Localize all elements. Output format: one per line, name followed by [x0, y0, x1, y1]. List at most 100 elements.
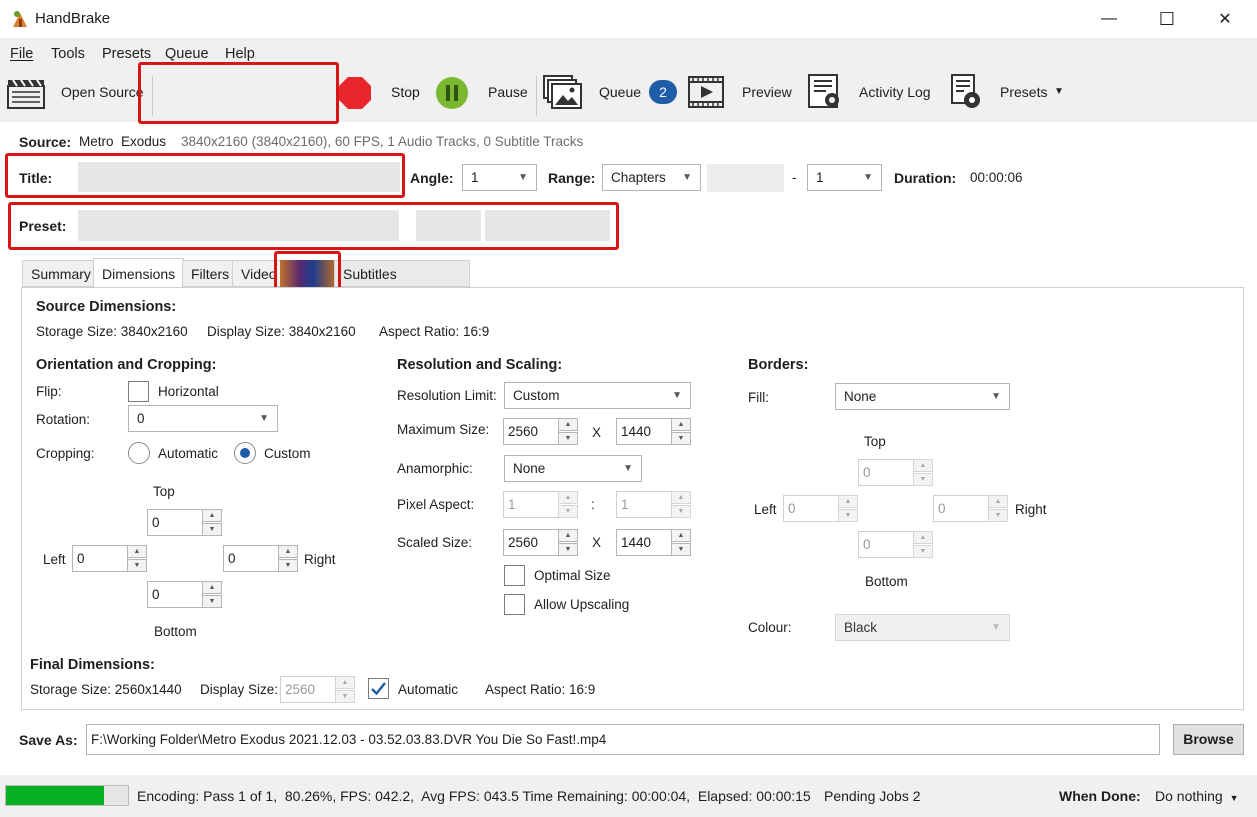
preset-select[interactable] [78, 210, 399, 241]
fill-select[interactable]: None ▼ [835, 383, 1010, 410]
save-as-path-input[interactable]: F:\Working Folder\Metro Exodus 2021.12.0… [86, 724, 1160, 755]
chevron-up-icon[interactable]: ▲ [558, 418, 578, 431]
preset-label: Preset: [19, 218, 67, 234]
scaled-height-stepper[interactable]: ▲ ▼ [671, 529, 691, 556]
tab-filters[interactable]: Filters [182, 260, 239, 287]
chevron-up-icon[interactable]: ▲ [671, 529, 691, 542]
crop-custom-radio[interactable] [234, 442, 256, 464]
chevron-down-icon[interactable]: ▼ [278, 559, 298, 572]
when-done-select[interactable]: Do nothing ▼ [1155, 788, 1239, 804]
open-source-button[interactable]: Open Source [5, 74, 145, 114]
chevron-down-icon[interactable]: ▼ [202, 595, 222, 608]
rotation-label: Rotation: [36, 412, 91, 427]
queue-button[interactable]: Queue 2 [543, 74, 683, 114]
chevron-up-icon[interactable]: ▲ [127, 545, 147, 558]
preset-options-button[interactable] [485, 210, 610, 241]
menu-tools[interactable]: Tools [51, 46, 85, 62]
pause-icon [435, 76, 469, 113]
resolution-heading: Resolution and Scaling: [397, 357, 563, 373]
crop-bottom-input[interactable]: 0 [147, 581, 203, 608]
source-details: 3840x2160 (3840x2160), 60 FPS, 1 Audio T… [181, 134, 584, 149]
menu-presets[interactable]: Presets [102, 46, 151, 62]
allow-upscaling-checkbox[interactable] [504, 594, 525, 615]
chevron-down-icon[interactable]: ▼ [127, 559, 147, 572]
presets-label: Presets [1000, 84, 1048, 100]
scaled-height-input[interactable]: 1440 [616, 529, 672, 556]
title-bar: HandBrake — ☐ ✕ [0, 0, 1257, 38]
chevron-down-icon: ▼ [259, 413, 269, 424]
presets-button[interactable]: Presets ▼ [950, 74, 1070, 114]
crop-bottom-stepper[interactable]: ▲ ▼ [202, 581, 222, 608]
optimal-size-label: Optimal Size [534, 568, 611, 583]
max-width-input[interactable]: 2560 [503, 418, 559, 445]
anamorphic-select[interactable]: None ▼ [504, 455, 642, 482]
range-start-select[interactable] [707, 164, 784, 192]
border-bottom-input: 0 [858, 531, 914, 558]
maximum-size-label: Maximum Size: [397, 422, 490, 437]
chevron-up-icon: ▲ [558, 491, 578, 504]
chevron-up-icon: ▲ [671, 491, 691, 504]
scaled-size-x: X [592, 535, 602, 550]
minimize-button[interactable]: — [1080, 0, 1138, 38]
chevron-down-icon[interactable]: ▼ [671, 543, 691, 556]
crop-left-stepper[interactable]: ▲ ▼ [127, 545, 147, 572]
max-height-input[interactable]: 1440 [616, 418, 672, 445]
crop-top-stepper[interactable]: ▲ ▼ [202, 509, 222, 536]
chevron-up-icon[interactable]: ▲ [558, 529, 578, 542]
duration-label: Duration: [894, 170, 957, 186]
tab-summary[interactable]: Summary [22, 260, 100, 287]
crop-left-input[interactable]: 0 [72, 545, 128, 572]
activity-log-button[interactable]: Activity Log [806, 74, 936, 114]
chevron-down-icon[interactable]: ▼ [558, 543, 578, 556]
resolution-limit-select[interactable]: Custom ▼ [504, 382, 691, 409]
range-end-select[interactable]: 1 ▼ [807, 164, 882, 191]
crop-automatic-label: Automatic [158, 446, 219, 461]
pause-button[interactable]: Pause [435, 74, 528, 114]
crop-top-input[interactable]: 0 [147, 509, 203, 536]
stop-button[interactable]: Stop [338, 74, 423, 114]
chevron-up-icon[interactable]: ▲ [671, 418, 691, 431]
angle-select[interactable]: 1 ▼ [462, 164, 537, 191]
chevron-down-icon[interactable]: ▼ [671, 432, 691, 445]
maximize-button[interactable]: ☐ [1138, 0, 1196, 38]
chevron-up-icon[interactable]: ▲ [202, 581, 222, 594]
browse-button[interactable]: Browse [1173, 724, 1244, 755]
borders-heading: Borders: [748, 357, 809, 373]
crop-right-input[interactable]: 0 [223, 545, 279, 572]
max-size-x: X [592, 425, 602, 440]
close-button[interactable]: ✕ [1196, 0, 1254, 38]
chevron-down-icon[interactable]: ▼ [558, 432, 578, 445]
preset-save-button[interactable] [416, 210, 481, 241]
max-width-stepper[interactable]: ▲ ▼ [558, 418, 578, 445]
optimal-size-checkbox[interactable] [504, 565, 525, 586]
scaled-width-stepper[interactable]: ▲ ▼ [558, 529, 578, 556]
scaled-width-input[interactable]: 2560 [503, 529, 559, 556]
range-select[interactable]: Chapters ▼ [602, 164, 701, 191]
preview-button[interactable]: Preview [688, 74, 793, 114]
maximize-icon: ☐ [1158, 8, 1176, 29]
chevron-up-icon[interactable]: ▲ [202, 509, 222, 522]
highlight-box [138, 62, 339, 124]
menu-queue[interactable]: Queue [165, 46, 209, 62]
title-select[interactable] [78, 162, 400, 192]
chevron-down-icon: ▼ [988, 509, 1008, 522]
chevron-up-icon: ▲ [335, 676, 355, 689]
chevron-down-icon[interactable]: ▼ [202, 523, 222, 536]
crop-automatic-radio[interactable] [128, 442, 150, 464]
tab-dimensions[interactable]: Dimensions [93, 258, 185, 288]
border-top-stepper: ▲ ▼ [913, 459, 933, 486]
when-done-value: Do nothing [1155, 788, 1223, 804]
rotation-select[interactable]: 0 ▼ [128, 405, 278, 432]
chevron-down-icon: ▼ [518, 172, 528, 183]
flip-horizontal-checkbox[interactable] [128, 381, 149, 402]
chevron-up-icon[interactable]: ▲ [278, 545, 298, 558]
pixel-aspect-height-stepper: ▲ ▼ [671, 491, 691, 518]
chevron-down-icon: ▼ [558, 505, 578, 518]
chevron-up-icon: ▲ [988, 495, 1008, 508]
tab-subtitles[interactable]: Subtitles [334, 260, 470, 287]
menu-help[interactable]: Help [225, 46, 255, 62]
crop-right-stepper[interactable]: ▲ ▼ [278, 545, 298, 572]
final-automatic-checkbox[interactable] [368, 678, 389, 699]
max-height-stepper[interactable]: ▲ ▼ [671, 418, 691, 445]
menu-file[interactable]: File [10, 46, 33, 62]
